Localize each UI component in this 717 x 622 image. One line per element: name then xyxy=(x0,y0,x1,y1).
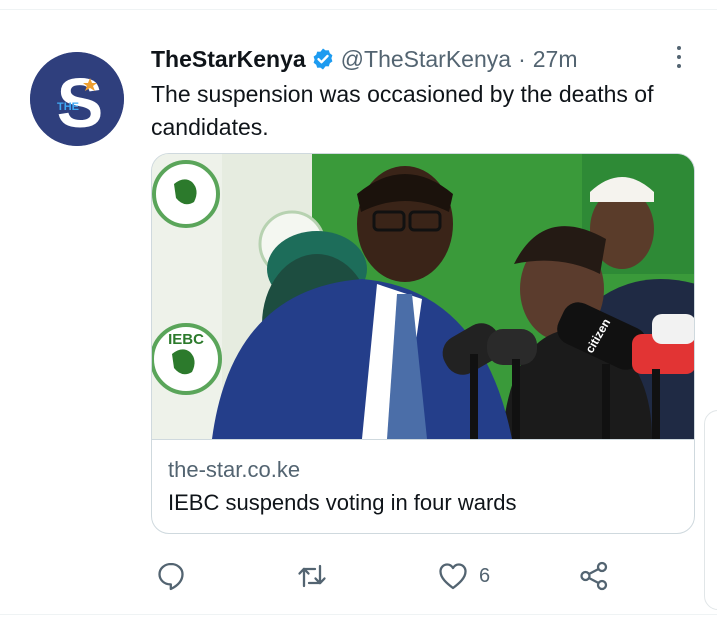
share-icon xyxy=(580,561,608,591)
card-image[interactable]: IEBC citizen xyxy=(152,154,694,439)
avatar-small-text: THE xyxy=(57,101,79,113)
tweet-text: The suspension was occasioned by the dea… xyxy=(151,81,654,140)
link-card[interactable]: IEBC citizen the-star.co.ke IEBC suspend… xyxy=(151,153,695,534)
verified-badge-icon xyxy=(313,48,333,70)
retweet-icon xyxy=(298,564,326,588)
like-count: 6 xyxy=(479,564,491,587)
like-button[interactable]: 6 xyxy=(437,556,490,596)
display-name[interactable]: TheStarKenya xyxy=(151,46,306,73)
top-divider xyxy=(0,9,717,10)
more-vertical-icon[interactable] xyxy=(670,42,688,72)
reply-icon xyxy=(158,562,184,591)
card-domain: the-star.co.ke xyxy=(168,457,301,482)
card-body[interactable]: the-star.co.ke IEBC suspends voting in f… xyxy=(152,439,694,533)
share-button[interactable] xyxy=(578,556,610,596)
edge-overlay xyxy=(704,410,717,610)
card-title: IEBC suspends voting in four wards xyxy=(168,490,517,515)
tweet-header: TheStarKenya @TheStarKenya · 27m xyxy=(151,42,577,76)
separator-dot: · xyxy=(518,45,526,72)
heart-icon xyxy=(439,563,467,590)
handle[interactable]: @TheStarKenya xyxy=(341,46,511,73)
reply-button[interactable] xyxy=(155,556,187,596)
image-logo-text: IEBC xyxy=(168,331,204,348)
action-bar: 6 xyxy=(0,556,717,596)
timestamp[interactable]: 27m xyxy=(533,46,578,73)
retweet-button[interactable] xyxy=(296,556,328,596)
avatar[interactable]: S THE xyxy=(30,52,124,146)
bottom-divider xyxy=(0,614,717,615)
